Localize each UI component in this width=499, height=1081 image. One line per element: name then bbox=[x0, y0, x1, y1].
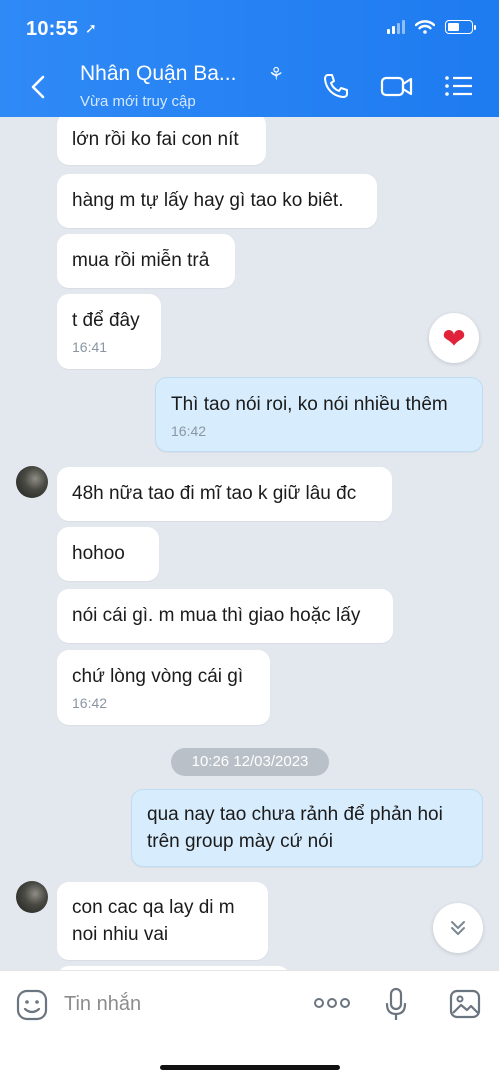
image-icon[interactable] bbox=[449, 989, 481, 1019]
message-text: lớn rồi ko fai con nít bbox=[72, 129, 239, 150]
message-text: 48h nữa tao đi mĩ tao k giữ lâu đc bbox=[72, 483, 357, 504]
video-call-icon[interactable] bbox=[380, 72, 414, 100]
location-arrow-icon: ➚ bbox=[85, 20, 97, 36]
signal-icon bbox=[387, 20, 405, 34]
message-text: t để đây bbox=[72, 310, 140, 331]
message-text: chứ lòng vòng cái gì bbox=[72, 666, 244, 687]
message-text: hàng m tự lấy hay gì tao ko biêt. bbox=[72, 190, 344, 211]
message-text: nói cái gì. m mua thì giao hoặc lấy bbox=[72, 605, 361, 626]
double-chevron-down-icon bbox=[451, 921, 465, 935]
chat-header: 10:55 ➚ Nhân Quận Ba... ⚘ Vừa mới truy c… bbox=[0, 0, 499, 117]
scroll-down-button[interactable] bbox=[433, 903, 483, 953]
status-indicators bbox=[387, 20, 476, 34]
message-input-bar: Tin nhắn bbox=[0, 970, 499, 1081]
message-bubble[interactable]: nói cái gì. m mua thì giao hoặc lấy bbox=[57, 589, 393, 643]
microphone-icon[interactable] bbox=[384, 987, 408, 1023]
sticker-icon[interactable] bbox=[16, 989, 48, 1021]
battery-icon bbox=[445, 20, 476, 34]
date-separator: 10:26 12/03/2023 bbox=[171, 748, 329, 776]
contact-name[interactable]: Nhân Quận Ba... bbox=[80, 62, 236, 86]
message-input[interactable]: Tin nhắn bbox=[64, 993, 141, 1016]
status-time: 10:55 bbox=[26, 18, 79, 40]
message-text: Thì tao nói roi, ko nói nhiều thêm bbox=[171, 394, 448, 415]
butterfly-icon: ⚘ bbox=[268, 64, 285, 84]
message-text: mua rồi miễn trả bbox=[72, 250, 210, 271]
avatar[interactable] bbox=[16, 881, 48, 913]
outgoing-message-bubble[interactable]: qua nay tao chưa rảnh để phản hoi trên g… bbox=[131, 789, 483, 867]
message-bubble[interactable]: t để đây 16:41 bbox=[57, 294, 161, 369]
message-time: 16:41 bbox=[72, 339, 108, 355]
message-bubble[interactable]: lớn rồi ko fai con nít bbox=[57, 117, 266, 165]
message-bubble[interactable]: 48h nữa tao đi mĩ tao k giữ lâu đc bbox=[57, 467, 392, 521]
menu-icon[interactable] bbox=[444, 72, 474, 100]
message-bubble[interactable]: hohoo bbox=[57, 527, 159, 581]
more-icon[interactable] bbox=[313, 997, 351, 1009]
heart-reaction-icon[interactable]: ❤ bbox=[429, 313, 479, 363]
message-bubble[interactable]: mua rồi miễn trả bbox=[57, 234, 235, 288]
message-time: 16:42 bbox=[171, 423, 207, 439]
phone-icon[interactable] bbox=[322, 72, 350, 100]
contact-status: Vừa mới truy cập bbox=[80, 93, 196, 110]
message-text: con cac qa lay di m noi nhiu vai bbox=[72, 897, 235, 945]
message-bubble[interactable]: chứ lòng vòng cái gì 16:42 bbox=[57, 650, 270, 725]
back-icon[interactable] bbox=[26, 74, 52, 100]
message-text: qua nay tao chưa rảnh để phản hoi trên g… bbox=[147, 804, 443, 852]
message-list[interactable]: lớn rồi ko fai con nít hàng m tự lấy hay… bbox=[0, 117, 499, 970]
outgoing-message-bubble[interactable]: Thì tao nói roi, ko nói nhiều thêm 16:42 bbox=[155, 377, 483, 452]
avatar[interactable] bbox=[16, 466, 48, 498]
message-text: hohoo bbox=[72, 543, 125, 564]
message-bubble[interactable]: hàng m tự lấy hay gì tao ko biêt. bbox=[57, 174, 377, 228]
message-time: 16:42 bbox=[72, 695, 108, 711]
home-indicator bbox=[160, 1065, 340, 1070]
wifi-icon bbox=[415, 20, 435, 34]
message-bubble[interactable]: con cac qa lay di m noi nhiu vai bbox=[57, 882, 268, 960]
